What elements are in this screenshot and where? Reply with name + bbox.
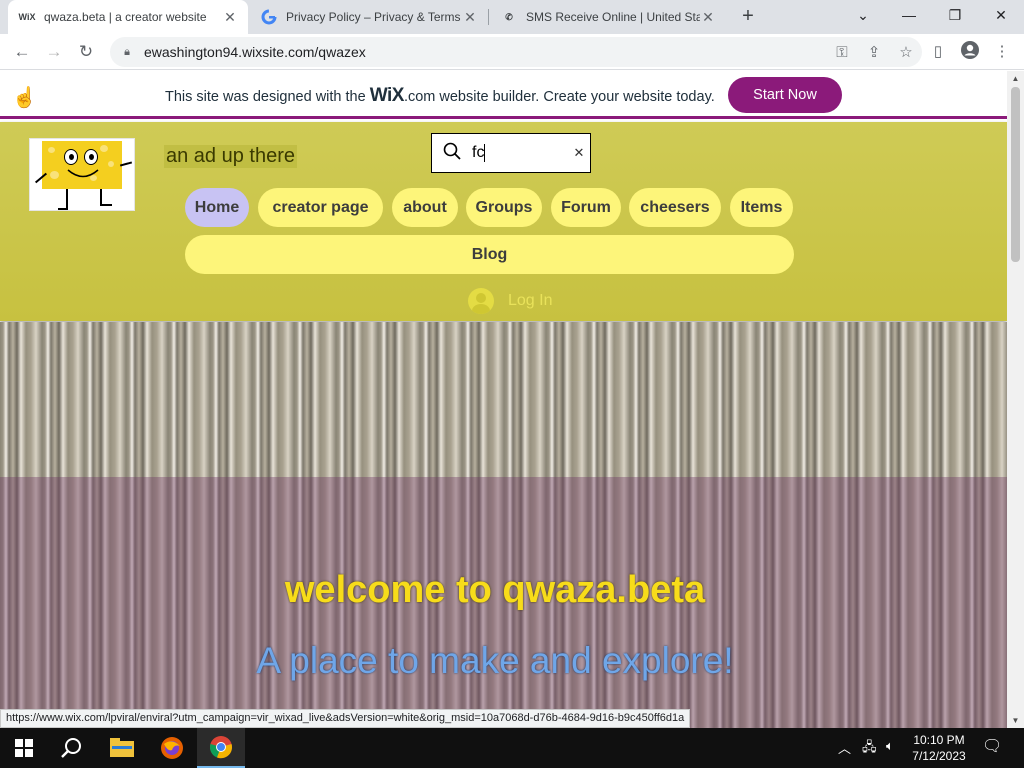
scroll-down-arrow-icon[interactable]: ▼ (1007, 713, 1024, 728)
file-explorer-icon[interactable] (98, 728, 146, 768)
scroll-up-arrow-icon[interactable]: ▲ (1007, 71, 1024, 86)
new-tab-button[interactable]: + (736, 4, 760, 28)
clock-date: 7/12/2023 (912, 749, 966, 763)
nav-forum[interactable]: Forum (551, 188, 621, 227)
bookmark-star-icon[interactable]: ☆ (890, 43, 922, 61)
wix-banner-text-after: .com website builder. Create your websit… (403, 89, 715, 105)
search-icon[interactable] (48, 728, 96, 768)
tab-qwaza[interactable]: WiX qwaza.beta | a creator website ✕ (8, 0, 248, 34)
browser-menu-icon[interactable]: ⋮ (990, 40, 1014, 64)
close-tab-icon[interactable]: ✕ (462, 9, 478, 26)
minimize-button[interactable]: — (886, 0, 932, 30)
hero-subtitle: A place to make and explore! (256, 640, 734, 681)
tab-title: Privacy Policy – Privacy & Terms – (286, 10, 462, 24)
address-url[interactable]: ewashington94.wixsite.com/qwazex (144, 44, 826, 60)
clear-search-icon[interactable]: ✕ (568, 145, 590, 161)
reload-button[interactable]: ↻ (74, 40, 98, 64)
nav-cheesers[interactable]: cheesers (629, 188, 721, 227)
nav-blog[interactable]: Blog (185, 235, 794, 274)
forward-button[interactable]: → (42, 40, 66, 64)
tab-search-icon[interactable]: ⌄ (840, 0, 886, 30)
scrollbar-thumb[interactable] (1011, 87, 1020, 262)
hero-title: welcome to qwaza.beta (284, 569, 706, 611)
google-favicon-icon (260, 9, 278, 25)
tab-sms-receive[interactable]: ✆ SMS Receive Online | United State ✕ (490, 0, 726, 34)
wix-favicon-icon: WiX (18, 12, 36, 22)
page-viewport: ☝ This site was designed with the WiX.co… (0, 71, 1024, 728)
close-tab-icon[interactable]: ✕ (700, 9, 716, 26)
site-header: an ad up there fc ✕ Home creator page ab… (0, 122, 1007, 321)
close-tab-icon[interactable]: ✕ (222, 9, 238, 26)
key-icon[interactable]: ⚿ (826, 44, 858, 61)
close-window-button[interactable]: ✕ (978, 0, 1024, 30)
tab-separator (488, 9, 489, 25)
hand-cursor-icon: ☝ (12, 87, 37, 109)
browser-toolbar: ← → ↻ 🔒︎ ewashington94.wixsite.com/qwaze… (0, 34, 1024, 70)
address-bar[interactable]: 🔒︎ ewashington94.wixsite.com/qwazex ⚿ ⇪ … (110, 37, 922, 67)
user-avatar-icon (468, 288, 494, 314)
search-icon (432, 142, 472, 165)
notifications-icon[interactable]: 🗨︎ (982, 736, 1002, 756)
network-icon[interactable]: 🖧︎ (862, 738, 877, 760)
firefox-icon[interactable] (148, 728, 196, 768)
nav-items[interactable]: Items (730, 188, 793, 227)
site-search-field[interactable]: fc ✕ (431, 133, 591, 173)
show-hidden-icons-icon[interactable]: ︿ (838, 738, 851, 757)
wix-logo: WiX (369, 85, 405, 106)
search-input-value: fc (472, 144, 485, 162)
ad-placeholder-text: an ad up there (164, 145, 297, 168)
link-status-url: https://www.wix.com/lpviral/enviral?utm_… (0, 709, 691, 728)
lock-icon[interactable]: 🔒︎ (110, 46, 144, 59)
login-label: Log In (508, 292, 553, 309)
page-scrollbar[interactable]: ▲ ▼ (1007, 71, 1024, 728)
windows-taskbar: ︿ 🖧︎ 🔈︎ 10:10 PM 7/12/2023 🗨︎ (0, 728, 1024, 768)
side-panel-icon[interactable]: ▯ (926, 40, 950, 64)
nav-creator-page[interactable]: creator page (258, 188, 383, 227)
back-button[interactable]: ← (10, 40, 34, 64)
tab-title: qwaza.beta | a creator website (44, 10, 207, 24)
nav-home[interactable]: Home (185, 188, 249, 227)
text-caret (484, 143, 486, 162)
volume-muted-icon[interactable]: 🔈︎ (886, 738, 894, 754)
wix-ad-banner: ☝ This site was designed with the WiX.co… (0, 71, 1007, 119)
search-input[interactable]: fc (472, 143, 568, 162)
clock-time: 10:10 PM (913, 733, 965, 747)
phone-icon: ✆ (505, 11, 513, 22)
site-logo[interactable] (29, 138, 135, 211)
share-icon[interactable]: ⇪ (858, 43, 890, 61)
tab-title: SMS Receive Online | United State (526, 10, 700, 24)
nav-groups[interactable]: Groups (466, 188, 542, 227)
nav-about[interactable]: about (392, 188, 458, 227)
tab-strip: WiX qwaza.beta | a creator website ✕ Pri… (0, 0, 1024, 34)
wix-banner-text-before: This site was designed with the (165, 89, 366, 105)
cheese-character-icon (42, 141, 122, 189)
system-clock[interactable]: 10:10 PM 7/12/2023 (908, 732, 970, 764)
tab-privacy-policy[interactable]: Privacy Policy – Privacy & Terms – ✕ (250, 0, 488, 34)
profile-avatar-icon[interactable] (958, 40, 982, 64)
restore-button[interactable]: ❐ (932, 0, 978, 30)
chrome-icon[interactable] (197, 728, 245, 768)
login-button[interactable]: Log In (468, 288, 552, 314)
windows-start-icon[interactable] (0, 728, 48, 768)
wix-banner-text[interactable]: This site was designed with the WiX.com … (165, 85, 715, 107)
start-now-button[interactable]: Start Now (728, 77, 842, 113)
hero-section: welcome to qwaza.beta A place to make an… (0, 322, 1007, 728)
